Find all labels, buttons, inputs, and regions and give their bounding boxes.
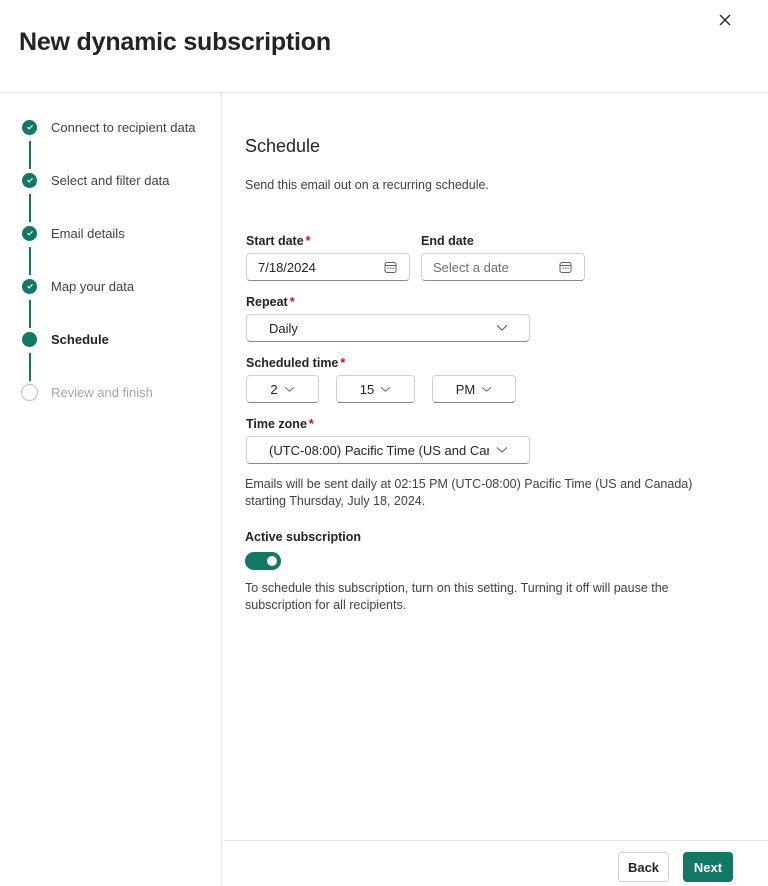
check-icon <box>22 278 37 294</box>
next-button[interactable]: Next <box>683 852 733 882</box>
active-subscription-toggle[interactable] <box>245 552 281 570</box>
calendar-icon[interactable] <box>384 261 397 274</box>
active-subscription-label: Active subscription <box>245 530 361 544</box>
schedule-summary: Emails will be sent daily at 02:15 PM (U… <box>245 477 693 508</box>
end-date-label: End date <box>421 234 474 248</box>
required-marker: * <box>340 356 346 370</box>
repeat-label-text: Repeat <box>246 295 288 309</box>
start-date-input[interactable]: 7/18/2024 <box>246 253 410 281</box>
toggle-knob <box>267 556 277 566</box>
scheduled-time-label: Scheduled time * <box>246 356 345 370</box>
required-marker: * <box>289 295 295 309</box>
wizard-steps: Connect to recipient data Select and fil… <box>0 93 222 886</box>
start-date-label: Start date * <box>246 234 311 248</box>
scheduled-time-label-text: Scheduled time <box>246 356 339 370</box>
time-zone-value: (UTC-08:00) Pacific Time (US and Canac <box>269 442 489 458</box>
repeat-value: Daily <box>269 320 298 336</box>
repeat-dropdown[interactable]: Daily <box>246 314 530 342</box>
required-marker: * <box>305 234 311 248</box>
step-connector <box>29 300 31 328</box>
close-icon <box>719 14 731 26</box>
pending-step-icon <box>21 383 38 401</box>
start-date-label-text: Start date <box>246 234 304 248</box>
hour-value: 2 <box>270 381 278 397</box>
schedule-panel: Schedule Send this email out on a recurr… <box>223 93 768 840</box>
start-date-value: 7/18/2024 <box>258 259 316 275</box>
check-icon <box>22 119 37 135</box>
chevron-down-icon <box>482 386 492 392</box>
dialog-header: New dynamic subscription <box>0 0 768 93</box>
step-connector <box>29 194 31 222</box>
step-connector <box>29 141 31 169</box>
minute-dropdown[interactable]: 15 <box>336 375 415 403</box>
dialog-footer: Back Next <box>223 840 768 886</box>
chevron-down-icon <box>381 386 391 392</box>
am-pm-dropdown[interactable]: PM <box>432 375 516 403</box>
check-icon <box>22 225 37 241</box>
required-marker: * <box>308 417 314 431</box>
current-step-icon <box>22 331 37 347</box>
end-date-input[interactable]: Select a date <box>421 253 585 281</box>
end-date-placeholder: Select a date <box>433 259 509 275</box>
step-label: Review and finish <box>51 384 153 400</box>
step-label: Email details <box>51 225 125 241</box>
time-zone-label-text: Time zone <box>246 417 307 431</box>
period-value: PM <box>455 381 476 397</box>
repeat-label: Repeat * <box>246 295 295 309</box>
step-connector <box>29 247 31 275</box>
chevron-down-icon <box>496 325 508 331</box>
close-button[interactable] <box>715 10 735 30</box>
step-label: Select and filter data <box>51 172 170 188</box>
section-description: Send this email out on a recurring sched… <box>245 178 489 192</box>
step-label: Map your data <box>51 278 135 294</box>
calendar-icon[interactable] <box>559 261 572 274</box>
minute-value: 15 <box>359 381 375 397</box>
section-title: Schedule <box>245 136 321 156</box>
hour-dropdown[interactable]: 2 <box>246 375 319 403</box>
step-label: Schedule <box>51 331 109 347</box>
back-button[interactable]: Back <box>618 852 669 882</box>
chevron-down-icon <box>284 386 294 392</box>
active-subscription-description: To schedule this subscription, turn on t… <box>245 581 669 612</box>
chevron-down-icon <box>496 447 508 453</box>
step-label: Connect to recipient data <box>51 119 196 135</box>
step-connector <box>29 353 31 381</box>
time-zone-label: Time zone * <box>246 417 314 431</box>
dialog-title: New dynamic subscription <box>19 28 331 56</box>
check-icon <box>22 172 37 188</box>
time-zone-dropdown[interactable]: (UTC-08:00) Pacific Time (US and Canac <box>246 436 530 464</box>
